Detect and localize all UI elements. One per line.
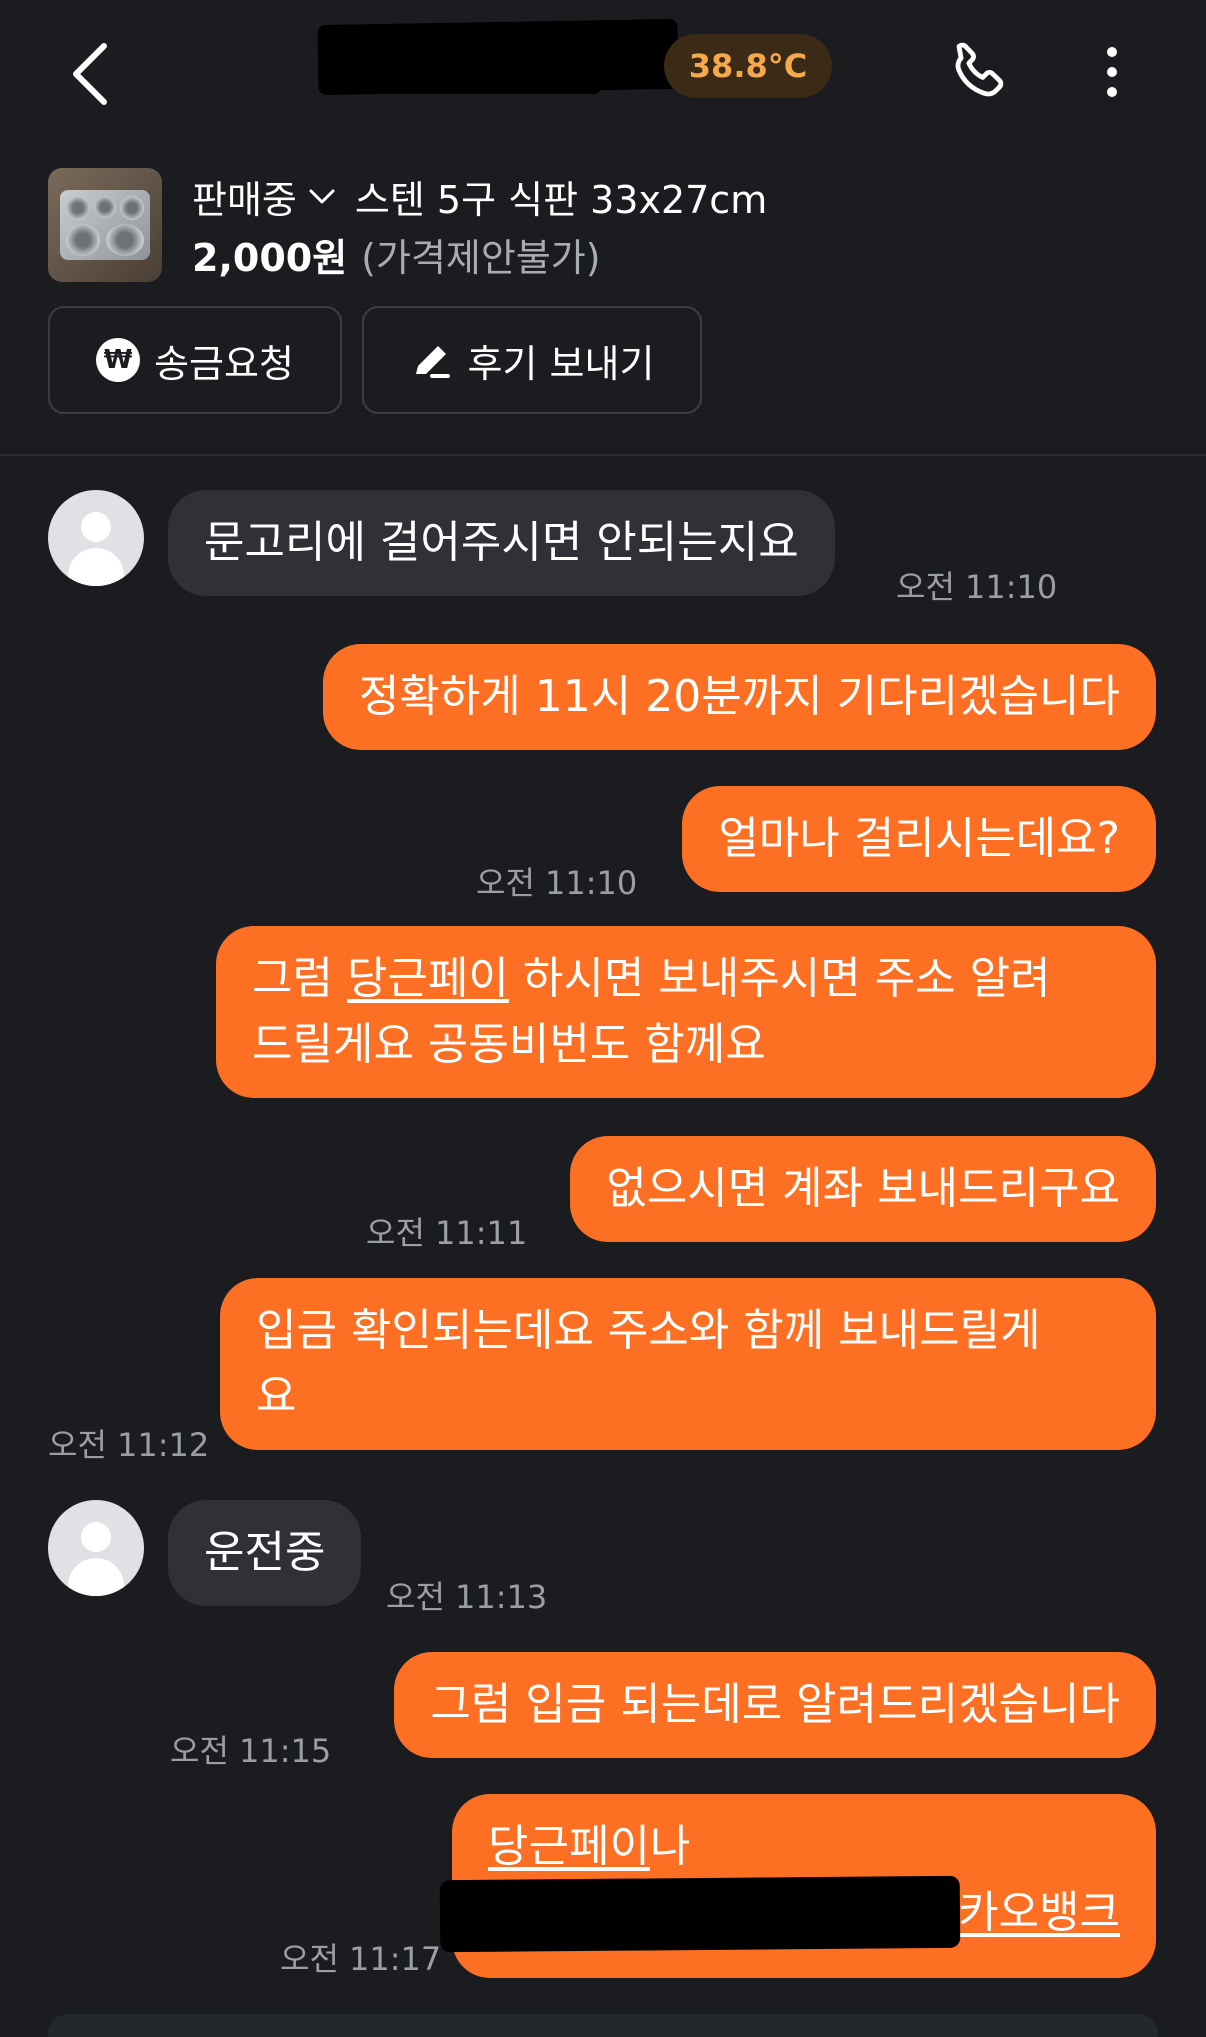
bank-link[interactable]: 카오뱅크: [958, 1887, 1120, 1938]
message-timestamp: 오전 11:13: [386, 1578, 548, 1616]
message-bubble-outgoing[interactable]: 입금 확인되는데요 주소와 함께 보내드릴게 요: [220, 1278, 1156, 1450]
chat-screen: 38.8°C 판매중 스텐 5구 식판 33x27cm 2,000원 (가격제안…: [0, 0, 1206, 2037]
back-button[interactable]: [62, 38, 122, 108]
product-thumbnail[interactable]: [48, 168, 162, 282]
top-bar: 38.8°C: [0, 0, 1206, 150]
redacted-account-info: [439, 1875, 961, 1953]
message-timestamp: 오전 11:15: [170, 1732, 332, 1770]
message-bubble-incoming[interactable]: 운전중: [168, 1500, 362, 1606]
chevron-down-icon[interactable]: [307, 181, 337, 211]
remit-request-button[interactable]: ₩ 송금요청: [48, 306, 342, 414]
message-line: 드릴게요 공동비번도 함께요: [252, 1019, 766, 1070]
more-vertical-icon: [1107, 47, 1117, 97]
product-title: 스텐 5구 식판 33x27cm: [354, 177, 768, 222]
send-review-label: 후기 보내기: [467, 341, 655, 386]
message-timestamp: 오전 11:10: [896, 568, 1058, 606]
remit-request-label: 송금요청: [154, 341, 294, 386]
message-timestamp: 오전 11:11: [366, 1214, 528, 1252]
won-icon: ₩: [96, 338, 141, 382]
redacted-nickname-scribble: [360, 70, 600, 94]
avatar[interactable]: [48, 490, 144, 586]
message-line: 당근페이나: [488, 1821, 691, 1872]
message-timestamp: 오전 11:10: [476, 864, 638, 902]
message-bubble-outgoing[interactable]: 정확하게 11시 20분까지 기다리겠습니다: [322, 644, 1156, 750]
product-price: 2,000원: [192, 235, 348, 280]
call-button[interactable]: [944, 36, 1016, 108]
input-bar-edge: [48, 2014, 1158, 2037]
message-bubble-incoming[interactable]: 문고리에 걸어주시면 안되는지요: [168, 490, 835, 596]
message-bubble-outgoing[interactable]: 얼마나 걸리시는데요?: [682, 786, 1156, 892]
more-menu-button[interactable]: [1092, 36, 1132, 108]
send-review-button[interactable]: 후기 보내기: [362, 306, 702, 414]
message-line: 요: [256, 1371, 297, 1422]
message-line: 그럼 당근페이 하시면 보내주시면 주소 알려: [252, 953, 1051, 1004]
message-bubble-outgoing[interactable]: 없으시면 계좌 보내드리구요: [570, 1136, 1156, 1242]
chevron-left-icon: [73, 43, 107, 105]
message-bubble-outgoing[interactable]: 그럼 입금 되는데로 알려드리겠습니다: [394, 1652, 1156, 1758]
message-line: 입금 확인되는데요 주소와 함께 보내드릴게: [256, 1305, 1041, 1356]
product-price-row: 2,000원 (가격제안불가): [192, 228, 601, 280]
dangn-pay-link[interactable]: 당근페이: [347, 953, 509, 1004]
avatar[interactable]: [48, 1500, 144, 1596]
phone-icon: [955, 42, 1004, 97]
price-note: (가격제안불가): [361, 235, 601, 280]
message-timestamp: 오전 11:12: [48, 1426, 210, 1464]
sale-status-dropdown[interactable]: 판매중: [192, 169, 297, 224]
message-timestamp: 오전 11:17: [280, 1940, 442, 1978]
message-bubble-outgoing[interactable]: 그럼 당근페이 하시면 보내주시면 주소 알려 드릴게요 공동비번도 함께요: [216, 926, 1156, 1098]
manner-temperature-badge[interactable]: 38.8°C: [664, 34, 832, 98]
dangn-pay-link[interactable]: 당근페이: [488, 1821, 650, 1872]
header-divider: [0, 454, 1206, 456]
product-title-row: 판매중 스텐 5구 식판 33x27cm: [192, 170, 767, 222]
product-summary[interactable]: 판매중 스텐 5구 식판 33x27cm 2,000원 (가격제안불가): [48, 168, 1158, 284]
pencil-icon: [415, 346, 450, 378]
